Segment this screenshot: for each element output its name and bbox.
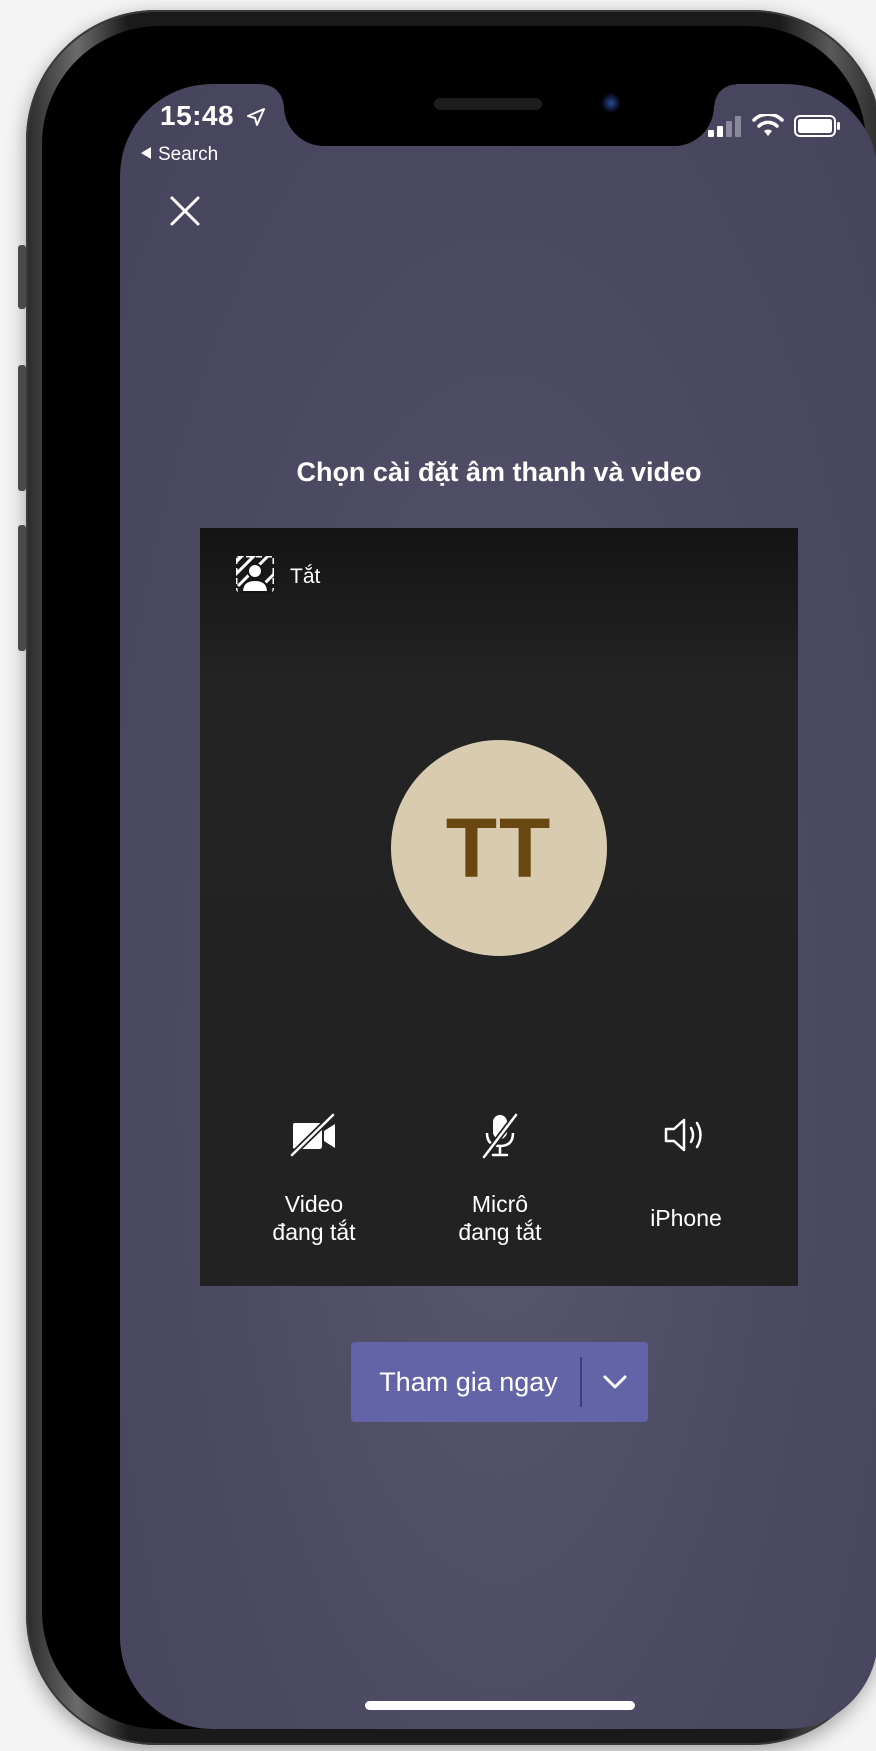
join-now-button[interactable]: Tham gia ngay: [351, 1342, 580, 1422]
status-indicators: [708, 112, 842, 143]
chevron-down-icon: [603, 1375, 627, 1389]
video-label-line1: Video: [284, 1191, 344, 1217]
video-toggle-button[interactable]: Video đang tắt: [221, 1108, 407, 1246]
mute-switch: [18, 245, 26, 309]
status-time: 15:48: [160, 100, 266, 134]
video-status-label: Video đang tắt: [272, 1190, 355, 1246]
page-title: Chọn cài đặt âm thanh và video: [296, 457, 702, 487]
mic-off-icon: [478, 1108, 522, 1162]
battery-icon: [794, 114, 842, 143]
phone-bezel: 15:48 Search Chọn cài đặt âm thanh và vi…: [42, 26, 876, 1729]
home-indicator[interactable]: [365, 1701, 635, 1710]
screen: 15:48 Search Chọn cài đặt âm thanh và vi…: [120, 84, 876, 1729]
video-off-icon: [289, 1108, 339, 1162]
video-preview-card: Tắt TT Video đang tắt Micrô đang tắt iPh…: [200, 528, 798, 1286]
avatar: TT: [391, 740, 607, 956]
earpiece: [434, 98, 542, 110]
notch: [262, 84, 736, 146]
join-now-label: Tham gia ngay: [379, 1366, 558, 1397]
microphone-toggle-button[interactable]: Micrô đang tắt: [407, 1108, 593, 1246]
video-label-line2: đang tắt: [272, 1219, 356, 1245]
location-arrow-icon: [246, 102, 266, 134]
mic-label-line2: đang tắt: [458, 1219, 542, 1245]
speaker-label: iPhone: [650, 1205, 722, 1231]
back-triangle-icon: [140, 144, 152, 166]
background-effects-toggle[interactable]: Tắt: [234, 554, 320, 600]
back-label: Search: [158, 144, 219, 165]
join-options-dropdown[interactable]: [582, 1342, 648, 1422]
volume-down-button: [18, 525, 26, 651]
avatar-initials: TT: [445, 800, 553, 895]
microphone-status-label: Micrô đang tắt: [458, 1190, 541, 1246]
front-camera: [602, 94, 620, 112]
join-button-group: Tham gia ngay: [351, 1342, 648, 1422]
signal-icon: [708, 115, 742, 142]
background-effects-icon: [234, 554, 276, 600]
mic-label-line1: Micrô: [471, 1191, 529, 1217]
volume-up-button: [18, 365, 26, 491]
speaker-icon: [662, 1108, 710, 1162]
background-effects-label: Tắt: [290, 565, 321, 588]
close-icon: [170, 196, 200, 226]
status-time-text: 15:48: [160, 100, 235, 131]
media-controls: Video đang tắt Micrô đang tắt iPhone: [200, 1108, 798, 1246]
back-to-search[interactable]: Search: [140, 144, 218, 166]
audio-output-button[interactable]: iPhone: [593, 1108, 779, 1246]
wifi-icon: [752, 112, 784, 143]
close-button[interactable]: [168, 194, 202, 228]
audio-output-label: iPhone: [650, 1190, 722, 1246]
